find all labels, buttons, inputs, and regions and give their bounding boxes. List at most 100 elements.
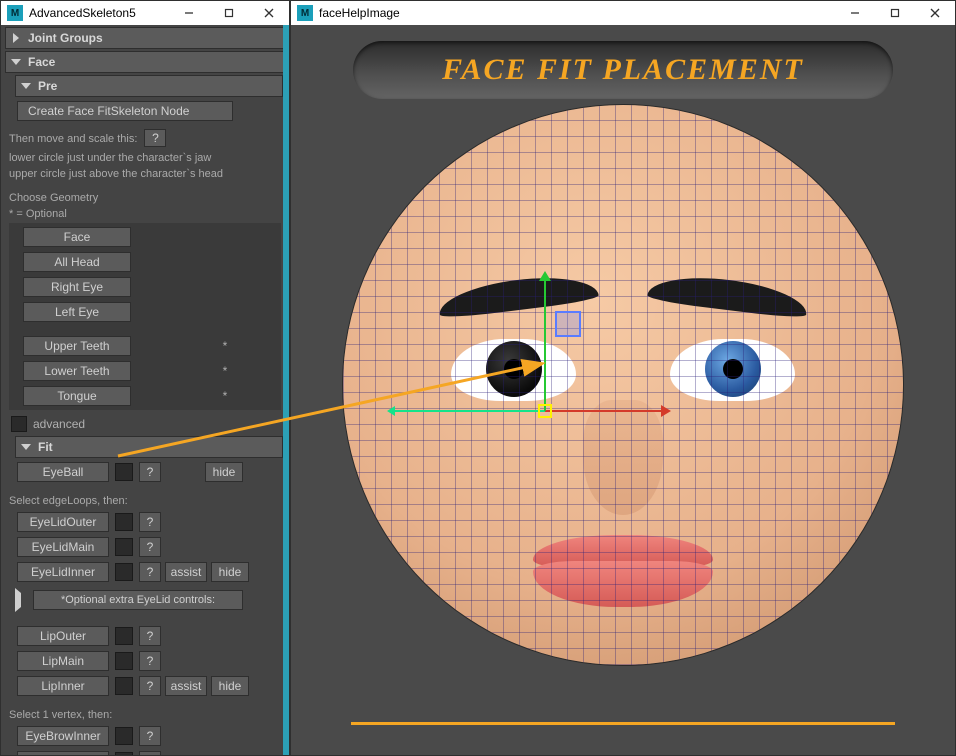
gizmo-center-handle bbox=[538, 404, 552, 418]
eyelidinner-button[interactable]: EyeLidInner bbox=[17, 562, 109, 582]
lipinner-button[interactable]: LipInner bbox=[17, 676, 109, 696]
maya-icon: M bbox=[7, 5, 23, 21]
face-preview bbox=[343, 105, 903, 665]
eyelidouter-button[interactable]: EyeLidOuter bbox=[17, 512, 109, 532]
create-face-fitskeleton-button[interactable]: Create Face FitSkeleton Node bbox=[17, 101, 233, 121]
optional-label: * = Optional bbox=[9, 207, 281, 221]
lipmain-button[interactable]: LipMain bbox=[17, 651, 109, 671]
edgeloops-label: Select edgeLoops, then: bbox=[9, 494, 281, 508]
iris-left bbox=[486, 341, 542, 397]
close-button[interactable] bbox=[915, 1, 955, 25]
resize-sash[interactable] bbox=[283, 25, 289, 755]
geo-lefteye-button[interactable]: Left Eye bbox=[23, 302, 131, 322]
chevron-right-icon bbox=[15, 588, 21, 612]
close-button[interactable] bbox=[249, 1, 289, 25]
gizmo-z-axis bbox=[395, 410, 545, 412]
help-button[interactable]: ? bbox=[139, 676, 161, 696]
gizmo-plane-handle bbox=[555, 311, 581, 337]
move-scale-row: Then move and scale this: ? bbox=[9, 127, 281, 149]
eye-left bbox=[451, 339, 576, 401]
color-swatch[interactable] bbox=[115, 677, 133, 695]
footer-divider bbox=[351, 722, 895, 725]
minimize-button[interactable] bbox=[169, 1, 209, 25]
left-titlebar: M AdvancedSkeleton5 bbox=[1, 1, 289, 25]
chevron-down-icon bbox=[21, 444, 31, 450]
help-button[interactable]: ? bbox=[139, 462, 161, 482]
lipouter-button[interactable]: LipOuter bbox=[17, 626, 109, 646]
lips bbox=[533, 535, 713, 609]
geo-lowerteeth-button[interactable]: Lower Teeth bbox=[23, 361, 131, 381]
pupil-right bbox=[723, 359, 743, 379]
eyebrowouter-button[interactable]: EyeBrowOuter bbox=[17, 751, 109, 755]
section-face[interactable]: Face bbox=[5, 51, 285, 73]
optional-star: * bbox=[219, 339, 231, 353]
color-swatch[interactable] bbox=[115, 513, 133, 531]
color-swatch[interactable] bbox=[115, 752, 133, 755]
hide-button[interactable]: hide bbox=[211, 676, 249, 696]
eyebrowinner-button[interactable]: EyeBrowInner bbox=[17, 726, 109, 746]
hint-line-2: upper circle just above the character`s … bbox=[9, 167, 281, 181]
left-panel-body: Joint Groups Face Pre Create Face FitSke… bbox=[1, 25, 289, 755]
color-swatch[interactable] bbox=[115, 563, 133, 581]
help-button[interactable]: ? bbox=[139, 512, 161, 532]
advanced-checkbox-row[interactable]: advanced bbox=[11, 416, 279, 432]
color-swatch[interactable] bbox=[115, 627, 133, 645]
right-titlebar: M faceHelpImage bbox=[291, 1, 955, 25]
vertex-label: Select 1 vertex, then: bbox=[9, 708, 281, 722]
chevron-down-icon bbox=[11, 59, 21, 65]
help-button[interactable]: ? bbox=[139, 626, 161, 646]
color-swatch[interactable] bbox=[115, 727, 133, 745]
geo-upperteeth-button[interactable]: Upper Teeth bbox=[23, 336, 131, 356]
color-swatch[interactable] bbox=[115, 538, 133, 556]
help-button[interactable]: ? bbox=[139, 562, 161, 582]
help-image-surface: FACE FIT PLACEMENT bbox=[291, 25, 955, 755]
maximize-button[interactable] bbox=[875, 1, 915, 25]
help-button[interactable]: ? bbox=[139, 726, 161, 746]
section-label: Joint Groups bbox=[28, 31, 103, 45]
section-pre[interactable]: Pre bbox=[15, 75, 283, 97]
right-window-title: faceHelpImage bbox=[319, 6, 400, 20]
geo-tongue-button[interactable]: Tongue bbox=[23, 386, 131, 406]
maximize-button[interactable] bbox=[209, 1, 249, 25]
header-pill: FACE FIT PLACEMENT bbox=[353, 41, 893, 99]
iris-right bbox=[705, 341, 761, 397]
choose-geometry-label: Choose Geometry bbox=[9, 191, 281, 205]
section-joint-groups[interactable]: Joint Groups bbox=[5, 27, 285, 49]
hide-button[interactable]: hide bbox=[205, 462, 243, 482]
hint-line-1: lower circle just under the character`s … bbox=[9, 151, 281, 165]
extra-eyelid-button[interactable]: *Optional extra EyeLid controls: bbox=[33, 590, 243, 610]
help-button[interactable]: ? bbox=[139, 751, 161, 755]
help-button[interactable]: ? bbox=[139, 537, 161, 557]
assist-button[interactable]: assist bbox=[165, 562, 207, 582]
geo-righteye-button[interactable]: Right Eye bbox=[23, 277, 131, 297]
section-label: Face bbox=[28, 55, 55, 69]
eyebrow-left bbox=[437, 270, 599, 319]
section-fit[interactable]: Fit bbox=[15, 436, 283, 458]
section-label: Pre bbox=[38, 79, 57, 93]
optional-star: * bbox=[219, 364, 231, 378]
section-label: Fit bbox=[38, 440, 53, 454]
minimize-button[interactable] bbox=[835, 1, 875, 25]
optional-star: * bbox=[219, 389, 231, 403]
face-help-window: M faceHelpImage FACE FIT PLACEMENT bbox=[290, 0, 956, 756]
eye-right bbox=[670, 339, 795, 401]
nose bbox=[583, 400, 663, 515]
left-window-title: AdvancedSkeleton5 bbox=[29, 6, 136, 20]
help-button[interactable]: ? bbox=[139, 651, 161, 671]
lip-lower bbox=[533, 561, 713, 607]
geo-face-button[interactable]: Face bbox=[23, 227, 131, 247]
chevron-right-icon bbox=[13, 33, 19, 43]
eyeball-color-swatch[interactable] bbox=[115, 463, 133, 481]
advanced-checkbox[interactable] bbox=[11, 416, 27, 432]
chevron-down-icon bbox=[21, 83, 31, 89]
color-swatch[interactable] bbox=[115, 652, 133, 670]
eyebrow-right bbox=[647, 270, 809, 319]
hide-button[interactable]: hide bbox=[211, 562, 249, 582]
advanced-label: advanced bbox=[33, 417, 85, 431]
eyeball-button[interactable]: EyeBall bbox=[17, 462, 109, 482]
assist-button[interactable]: assist bbox=[165, 676, 207, 696]
help-header-title: FACE FIT PLACEMENT bbox=[442, 53, 804, 87]
help-button[interactable]: ? bbox=[144, 129, 166, 147]
eyelidmain-button[interactable]: EyeLidMain bbox=[17, 537, 109, 557]
geo-allhead-button[interactable]: All Head bbox=[23, 252, 131, 272]
